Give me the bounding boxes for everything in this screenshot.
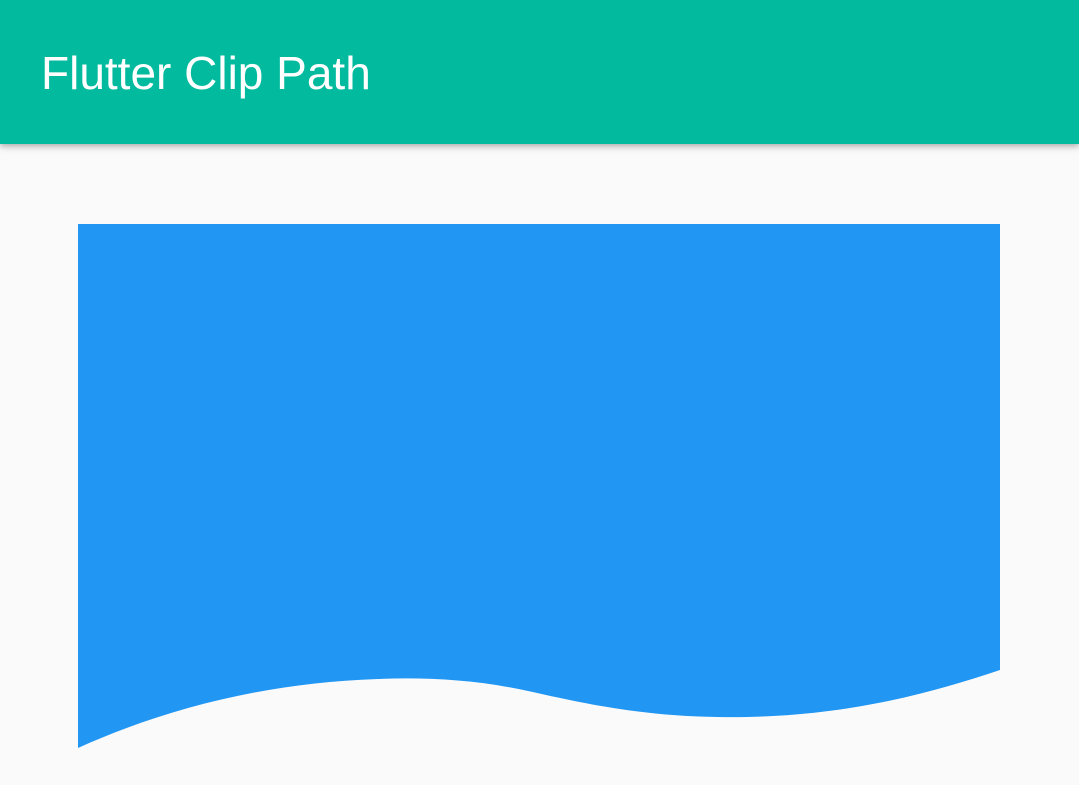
app-bar-title: Flutter Clip Path bbox=[41, 47, 371, 99]
clipped-wave-container bbox=[78, 224, 1000, 748]
app-bar: Flutter Clip Path bbox=[0, 0, 1079, 144]
wave-shape bbox=[78, 224, 1000, 748]
app-screen: Flutter Clip Path bbox=[0, 0, 1079, 785]
